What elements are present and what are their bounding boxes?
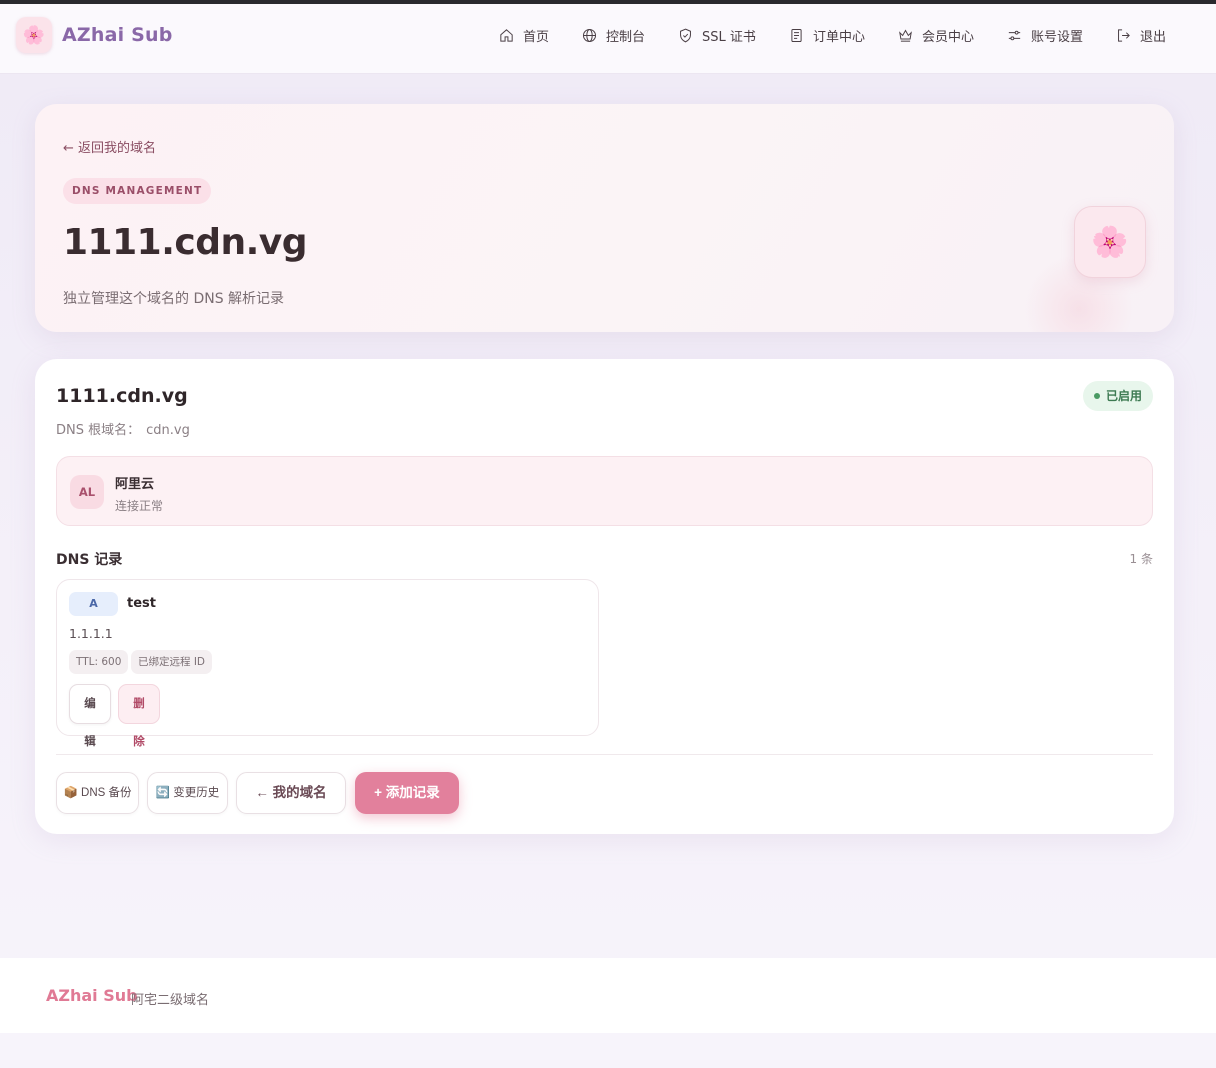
sakura-badge-icon: 🌸 [1074, 206, 1146, 278]
root-domain: DNS 根域名： cdn.vg [56, 419, 190, 438]
record-host: test [127, 596, 156, 611]
brand-name: AZhai Sub [62, 24, 173, 46]
root-domain-label: DNS 根域名： [56, 423, 141, 438]
main-nav: 首页 控制台 SSL 证书 订单中心 会员中心 账号设置 退出 [466, 26, 1166, 45]
nav-item-logout[interactable]: 退出 [1115, 26, 1166, 45]
footer: AZhai Sub 阿宅二级域名 [0, 958, 1216, 1033]
crown-icon [899, 29, 912, 42]
nav-item-label: 首页 [523, 30, 550, 45]
delete-record-button[interactable]: 删除 [118, 684, 160, 748]
back-to-my-domains-link[interactable]: ← 返回我的域名 [63, 137, 156, 156]
provider-panel: AL 阿里云 连接正常 [56, 456, 1153, 526]
nav-item-ssl[interactable]: SSL 证书 [677, 26, 756, 45]
nav-item-console[interactable]: 控制台 [581, 26, 645, 45]
top-navbar: 🌸 AZhai Sub 首页 控制台 SSL 证书 订单中心 会员中心 账号设置 [0, 4, 1216, 74]
brand[interactable]: 🌸 AZhai Sub [16, 17, 173, 53]
nav-item-label: 会员中心 [921, 30, 974, 45]
nav-item-label: 控制台 [606, 30, 646, 45]
settings-sliders-icon [1008, 30, 1021, 41]
nav-item-orders[interactable]: 订单中心 [788, 26, 865, 45]
root-domain-value: cdn.vg [146, 423, 190, 438]
status-badge: 已启用 [1082, 381, 1153, 411]
footer-tagline: 阿宅二级域名 [131, 993, 210, 1008]
logout-icon [1118, 29, 1130, 42]
nav-item-label: SSL 证书 [702, 30, 756, 45]
document-icon [791, 28, 802, 43]
nav-item-label: 订单中心 [812, 30, 865, 45]
status-label: 已启用 [1105, 389, 1142, 403]
dns-backup-button[interactable]: 📦 DNS 备份 [56, 772, 139, 814]
shield-icon [680, 28, 692, 43]
provider-name: 阿里云 [115, 477, 155, 492]
page-subtitle: 独立管理这个域名的 DNS 解析记录 [63, 291, 285, 307]
nav-item-label: 退出 [1139, 30, 1166, 45]
nav-item-home[interactable]: 首页 [498, 26, 549, 45]
sakura-logo-icon: 🌸 [16, 17, 52, 53]
record-type-badge: A [69, 592, 118, 616]
record-value: 1.1.1.1 [69, 626, 113, 641]
records-count: 1 条 [1129, 552, 1153, 566]
nav-item-label: 账号设置 [1030, 30, 1083, 45]
provider-status: 连接正常 [115, 499, 164, 513]
section-tag: DNS MANAGEMENT [63, 178, 212, 204]
change-history-button[interactable]: 🔄 变更历史 [147, 772, 228, 814]
home-icon [500, 29, 513, 42]
divider [56, 754, 1153, 755]
domain-card: 1111.cdn.vg DNS 根域名： cdn.vg 已启用 AL 阿里云 连接… [35, 359, 1174, 834]
add-record-button[interactable]: + 添加记录 [355, 772, 459, 814]
domain-title: 1111.cdn.vg [56, 385, 188, 407]
globe-icon [583, 28, 597, 43]
record-bound-chip: 已绑定远程 ID [131, 650, 213, 674]
status-dot-icon [1093, 392, 1100, 399]
provider-avatar: AL [70, 475, 104, 509]
dns-record-card: A test 1.1.1.1 TTL: 600 已绑定远程 ID 编辑 删除 [56, 579, 599, 748]
my-domains-button[interactable]: ← 我的域名 [236, 772, 346, 814]
record-ttl-chip: TTL: 600 [69, 650, 129, 674]
hero-card: ← 返回我的域名 DNS MANAGEMENT 1111.cdn.vg 独立管理… [35, 104, 1174, 332]
nav-item-account-settings[interactable]: 账号设置 [1006, 26, 1083, 45]
edit-record-button[interactable]: 编辑 [69, 684, 111, 748]
records-section-title: DNS 记录 [56, 552, 123, 568]
page-title: 1111.cdn.vg [63, 222, 308, 263]
nav-item-membership[interactable]: 会员中心 [897, 26, 974, 45]
footer-brand[interactable]: AZhai Sub [46, 986, 138, 1005]
